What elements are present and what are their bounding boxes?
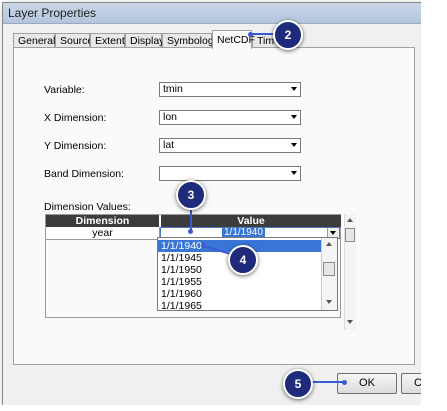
scroll-down-icon[interactable]	[326, 300, 332, 304]
tab-display[interactable]: Display	[125, 33, 164, 48]
chevron-down-icon	[291, 115, 297, 119]
variable-select[interactable]: tmin	[159, 82, 301, 97]
x-dimension-select[interactable]: lon	[159, 110, 301, 125]
callout-leader-dot	[201, 243, 206, 248]
chevron-down-icon	[291, 143, 297, 147]
torn-edge-bottom	[0, 405, 447, 411]
band-dimension-select[interactable]	[159, 166, 301, 181]
dropdown-option[interactable]: 1/1/1955	[158, 276, 325, 288]
tab-general[interactable]: General	[13, 33, 55, 48]
scroll-down-icon[interactable]	[347, 320, 353, 324]
dimension-cell[interactable]: year	[46, 227, 160, 240]
variable-label: Variable:	[44, 84, 85, 96]
layer-properties-dialog: Layer Properties General Source Extent D…	[2, 2, 441, 408]
column-header-dimension: Dimension	[46, 215, 159, 227]
callout-5: 5	[283, 369, 313, 399]
x-dimension-label: X Dimension:	[44, 112, 107, 124]
column-header-value: Value	[160, 215, 341, 227]
scroll-up-icon[interactable]	[347, 218, 353, 222]
callout-2: 2	[273, 20, 303, 50]
y-dimension-value: lat	[163, 139, 175, 151]
dimension-values-label: Dimension Values:	[44, 201, 131, 213]
torn-edge-right	[421, 0, 447, 411]
tab-extent[interactable]: Extent	[90, 33, 125, 48]
y-dimension-select[interactable]: lat	[159, 138, 301, 153]
tab-netcdf[interactable]: NetCDF	[212, 30, 255, 49]
dropdown-scroll-thumb[interactable]	[323, 262, 335, 276]
tab-source[interactable]: Source	[55, 33, 93, 48]
title-bar: Layer Properties	[3, 3, 424, 24]
callout-leader-dot	[188, 229, 193, 234]
band-dimension-label: Band Dimension:	[44, 168, 124, 180]
scroll-up-icon[interactable]	[326, 242, 332, 246]
dropdown-scrollbar[interactable]	[321, 238, 337, 310]
tab-symbology[interactable]: Symbology	[162, 33, 219, 48]
grid-scroll-thumb[interactable]	[345, 228, 355, 242]
variable-value: tmin	[163, 83, 183, 95]
chevron-down-icon	[330, 231, 336, 235]
dropdown-option[interactable]: 1/1/1960	[158, 288, 325, 300]
callout-3: 3	[176, 180, 206, 210]
y-dimension-label: Y Dimension:	[44, 140, 107, 152]
callout-leader-dot	[342, 380, 347, 385]
x-dimension-value: lon	[163, 111, 178, 123]
dropdown-option[interactable]: 1/1/1965	[158, 300, 325, 312]
chevron-down-icon	[291, 87, 297, 91]
callout-4: 4	[228, 245, 258, 275]
chevron-down-icon	[291, 171, 297, 175]
callout-leader-dot	[248, 32, 253, 37]
grid-scrollbar[interactable]	[344, 214, 356, 330]
window-title: Layer Properties	[8, 6, 97, 20]
